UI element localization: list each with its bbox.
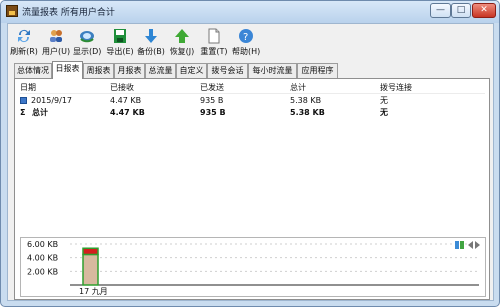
display-button[interactable]: 显示(D) xyxy=(73,28,101,59)
y-axis-tick-label: 2.00 KB xyxy=(27,267,58,276)
chart-scroll-blue-icon[interactable] xyxy=(455,241,459,249)
app-icon xyxy=(6,5,18,17)
refresh-button[interactable]: 刷新(R) xyxy=(10,28,38,59)
toolbar: 刷新(R) 用户(U) 显示(D) 导出(E) 备份(B) 恢复(J) 重置(T… xyxy=(8,26,493,60)
backup-icon xyxy=(143,28,159,44)
total-label-cell: Σ 总计 xyxy=(20,107,110,119)
sigma-icon: Σ xyxy=(20,108,26,117)
total-cell: 5.38 KB xyxy=(290,96,322,105)
help-icon: ? xyxy=(238,28,254,44)
date-column-header[interactable]: 日期 xyxy=(20,82,110,94)
export-button[interactable]: 导出(E) xyxy=(106,28,134,59)
help-label: 帮助(H) xyxy=(232,47,261,56)
display-icon xyxy=(79,28,95,44)
reset-icon xyxy=(206,28,222,44)
display-label: 显示(D) xyxy=(73,47,102,56)
restore-button[interactable]: 恢复(J) xyxy=(168,28,196,59)
daily-report-panel: 日期 已接收 已发送 总计 拨号连接 2015/9/17 4.47 KB 935… xyxy=(14,78,490,300)
traffic-table[interactable]: 日期 已接收 已发送 总计 拨号连接 2015/9/17 4.47 KB 935… xyxy=(20,82,485,207)
export-icon xyxy=(112,28,128,44)
total-label: 总计 xyxy=(32,108,48,117)
y-axis-tick-label: 6.00 KB xyxy=(27,240,58,249)
received-bar-segment xyxy=(82,253,99,286)
maximize-button[interactable]: □ xyxy=(451,3,471,18)
users-label: 用户(U) xyxy=(42,47,71,56)
window-title: 流量报表 所有用户合计 xyxy=(22,8,115,18)
total-total-cell: 5.38 KB xyxy=(290,108,325,117)
close-button[interactable]: ✕ xyxy=(472,3,496,18)
sent-bar-segment xyxy=(82,247,99,256)
chart-scroll-green-icon[interactable] xyxy=(460,241,464,249)
table-row[interactable]: 2015/9/17 4.47 KB 935 B 5.38 KB 无 xyxy=(20,95,485,107)
refresh-icon xyxy=(16,28,32,44)
dialup-column-header[interactable]: 拨号连接 xyxy=(380,82,485,94)
svg-text:?: ? xyxy=(243,32,248,43)
main-window: 流量报表 所有用户合计 — □ ✕ 刷新(R) 用户(U) 显示(D) 导出(E… xyxy=(0,0,500,307)
report-tabs: 总体情况 日报表 周报表 月报表 总流量 自定义 拨号会话 每小时流量 应用程序 xyxy=(14,61,484,79)
sent-cell: 935 B xyxy=(200,96,224,105)
tab-dialup-sessions[interactable]: 拨号会话 xyxy=(207,63,248,78)
total-sent-cell: 935 B xyxy=(200,108,226,117)
total-dialup-cell: 无 xyxy=(380,108,388,117)
users-button[interactable]: 用户(U) xyxy=(42,28,70,59)
chart-left-arrow-icon[interactable] xyxy=(468,241,473,249)
tab-total-traffic[interactable]: 总流量 xyxy=(145,63,176,78)
total-received-cell: 4.47 KB xyxy=(110,108,145,117)
backup-label: 备份(B) xyxy=(137,47,165,56)
minimize-button[interactable]: — xyxy=(430,3,451,18)
tab-overview[interactable]: 总体情况 xyxy=(14,63,52,78)
chart-right-arrow-icon[interactable] xyxy=(475,241,480,249)
help-button[interactable]: ? 帮助(H) xyxy=(232,28,260,59)
reset-button[interactable]: 重置(T) xyxy=(200,28,228,59)
tab-daily-report[interactable]: 日报表 xyxy=(52,61,83,79)
tab-applications[interactable]: 应用程序 xyxy=(297,63,338,78)
y-axis-tick-label: 4.00 KB xyxy=(27,254,58,263)
received-column-header[interactable]: 已接收 xyxy=(110,82,200,94)
traffic-chart: 6.00 KB 4.00 KB 2.00 KB 17 九月 xyxy=(20,237,486,297)
date-value: 2015/9/17 xyxy=(31,96,73,105)
received-cell: 4.47 KB xyxy=(110,96,142,105)
client-area: 刷新(R) 用户(U) 显示(D) 导出(E) 备份(B) 恢复(J) 重置(T… xyxy=(7,23,494,301)
dialup-cell: 无 xyxy=(380,96,388,105)
total-column-header[interactable]: 总计 xyxy=(290,82,380,94)
title-bar: 流量报表 所有用户合计 — □ ✕ xyxy=(1,1,499,23)
tab-monthly-report[interactable]: 月报表 xyxy=(114,63,145,78)
tab-weekly-report[interactable]: 周报表 xyxy=(83,63,114,78)
users-icon xyxy=(48,28,64,44)
total-row[interactable]: Σ 总计 4.47 KB 935 B 5.38 KB 无 xyxy=(20,107,485,119)
table-header: 日期 已接收 已发送 总计 拨号连接 xyxy=(20,82,485,94)
date-cell: 2015/9/17 xyxy=(20,95,110,107)
refresh-label: 刷新(R) xyxy=(10,47,38,56)
traffic-chart-svg: 6.00 KB 4.00 KB 2.00 KB 17 九月 xyxy=(27,240,479,296)
calendar-day-icon xyxy=(20,97,27,104)
x-axis-tick-label: 17 九月 xyxy=(79,287,108,296)
chart-scroll-controls[interactable] xyxy=(455,240,480,250)
tab-hourly-traffic[interactable]: 每小时流量 xyxy=(248,63,297,78)
export-label: 导出(E) xyxy=(106,47,134,56)
tab-custom[interactable]: 自定义 xyxy=(176,63,207,78)
backup-button[interactable]: 备份(B) xyxy=(137,28,165,59)
reset-label: 重置(T) xyxy=(200,47,228,56)
restore-icon xyxy=(174,28,190,44)
restore-label: 恢复(J) xyxy=(169,47,195,56)
sent-column-header[interactable]: 已发送 xyxy=(200,82,290,94)
